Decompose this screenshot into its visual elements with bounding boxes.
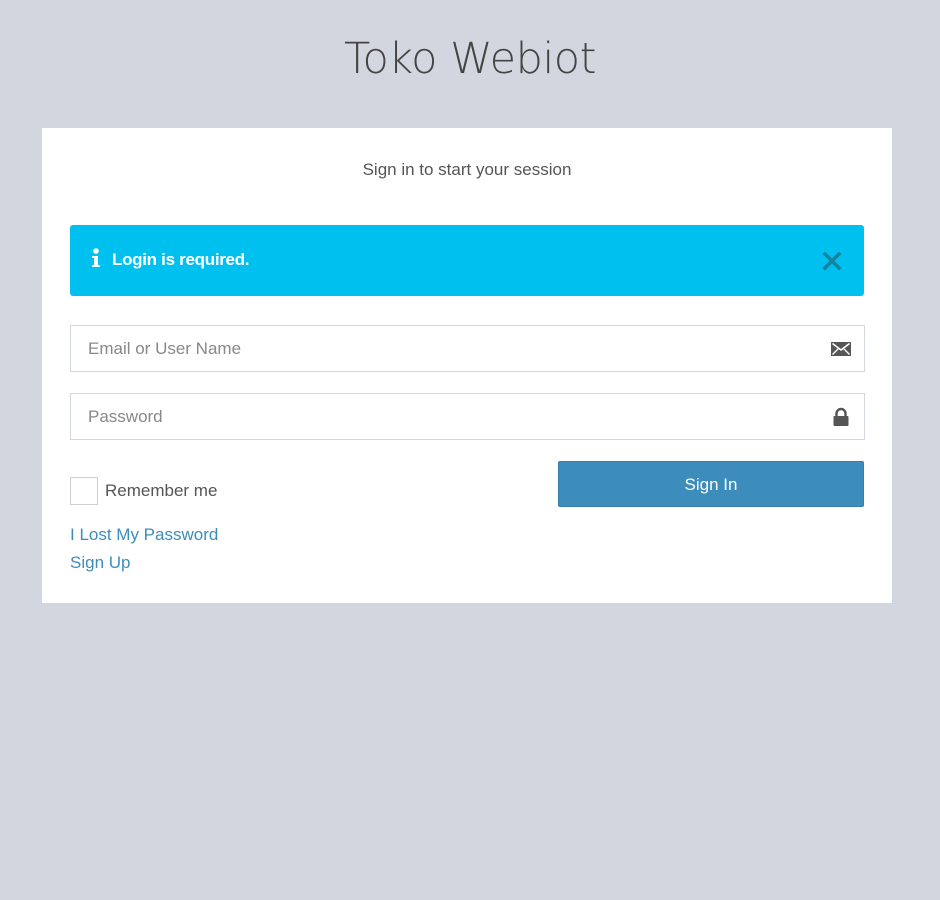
alert-login-required: Login is required. <box>70 225 864 296</box>
email-input[interactable] <box>71 326 828 371</box>
sign-up-link[interactable]: Sign Up <box>70 552 130 574</box>
lost-password-link[interactable]: I Lost My Password <box>70 524 218 546</box>
email-field <box>70 325 865 372</box>
remember-me-checkbox[interactable] <box>70 477 98 505</box>
login-box: Sign in to start your session Login is r… <box>42 128 892 603</box>
app-title: Toko Webiot <box>344 34 596 84</box>
password-input[interactable] <box>71 394 828 439</box>
lock-icon <box>831 407 851 427</box>
sign-in-button[interactable]: Sign In <box>558 461 864 507</box>
remember-me-label: Remember me <box>105 481 218 500</box>
alert-message: Login is required. <box>112 250 250 269</box>
info-icon <box>90 247 102 269</box>
login-box-message: Sign in to start your session <box>362 160 572 179</box>
envelope-icon <box>831 339 851 359</box>
password-field <box>70 393 865 440</box>
close-icon[interactable] <box>822 251 842 271</box>
